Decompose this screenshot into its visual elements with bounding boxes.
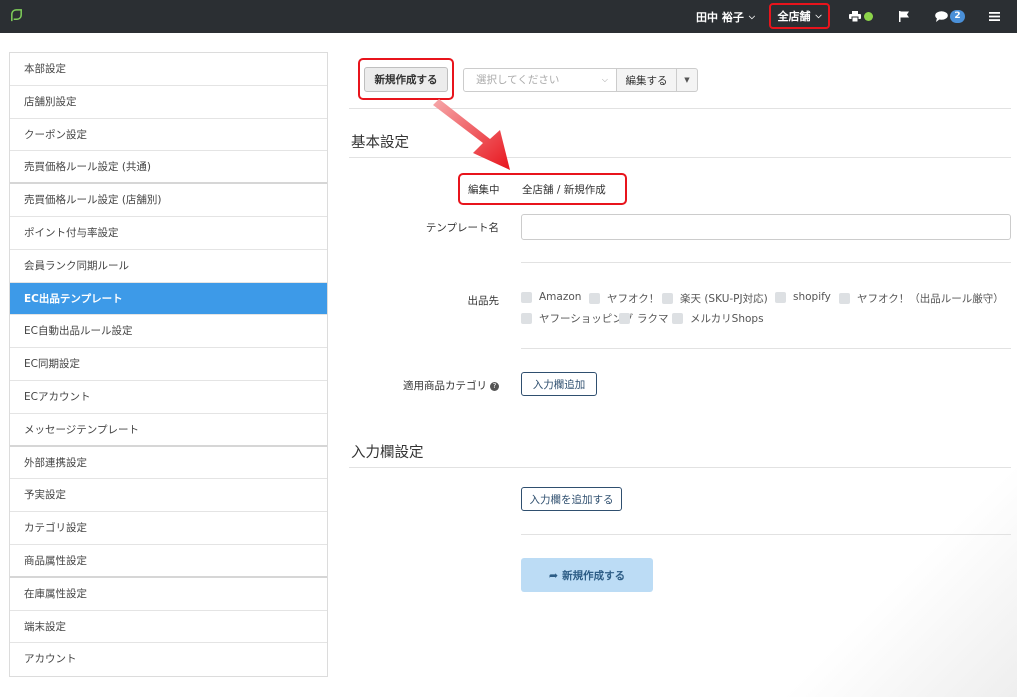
caret-down-icon: ▼	[684, 76, 690, 84]
edit-status-label: 編集中	[468, 184, 500, 196]
message-count-badge: 2	[950, 10, 965, 23]
sidebar-item-stock-attributes[interactable]: 在庫属性設定	[10, 578, 327, 611]
add-category-field-button[interactable]: 入力欄追加	[521, 372, 597, 396]
checkbox-box	[775, 291, 786, 303]
checkbox-box	[521, 291, 532, 303]
checkbox-box	[521, 313, 532, 324]
hamburger-icon	[989, 12, 1000, 21]
channel-label: メルカリShops	[690, 313, 764, 325]
category-label-row: 適用商品カテゴリ?	[359, 378, 499, 393]
sidebar-item-member-rank-sync[interactable]: 会員ランク同期ルール	[10, 250, 327, 283]
channel-checkbox-amazon[interactable]: Amazon	[521, 291, 581, 303]
checkbox-box	[589, 293, 600, 304]
background-fade	[757, 437, 1017, 697]
hamburger-menu-button[interactable]	[989, 0, 1000, 33]
chevron-down-icon: ⌵	[815, 11, 822, 20]
sidebar-item-budget-actual[interactable]: 予実設定	[10, 479, 327, 513]
checkbox-box	[839, 293, 850, 304]
checkbox-box	[662, 293, 673, 304]
printer-status-dot	[864, 12, 873, 21]
channel-checkbox-rakuten[interactable]: 楽天 (SKU-PJ対応)	[662, 291, 768, 306]
sidebar-item-ec-listing-template[interactable]: EC出品テンプレート	[10, 282, 327, 316]
divider	[349, 467, 1011, 468]
user-name: 田中 裕子	[696, 10, 744, 24]
channel-checkbox-rakuma[interactable]: ラクマ	[619, 311, 669, 326]
divider	[349, 108, 1011, 109]
store-selector[interactable]: 全店舗 ⌵	[769, 3, 830, 29]
sidebar-item-external-integration[interactable]: 外部連携設定	[10, 447, 327, 480]
channel-label: Amazon	[539, 291, 582, 303]
edit-status-value: 全店舗 / 新規作成	[522, 184, 606, 196]
channel-label: 楽天 (SKU-PJ対応)	[680, 293, 768, 305]
template-name-input[interactable]	[521, 214, 1011, 240]
channel-label: ラクマ	[637, 313, 669, 325]
channels-label: 出品先	[467, 295, 500, 307]
question-circle-icon[interactable]: ?	[490, 382, 499, 391]
sidebar-item-ec-auto-listing-rules[interactable]: EC自動出品ルール設定	[10, 315, 327, 349]
app-logo-icon[interactable]	[9, 8, 24, 23]
channel-label: ヤフオク！	[607, 293, 660, 305]
sidebar-item-point-rate[interactable]: ポイント付与率設定	[10, 217, 327, 250]
category-label: 適用商品カテゴリ	[403, 380, 487, 392]
chat-bubble-icon	[935, 11, 948, 22]
sidebar-item-terminal-settings[interactable]: 端末設定	[10, 611, 327, 644]
sidebar-item-coupon-settings[interactable]: クーポン設定	[10, 119, 327, 152]
messages-button[interactable]: 2	[935, 0, 965, 33]
sidebar-item-product-attributes[interactable]: 商品属性設定	[10, 545, 327, 578]
template-select[interactable]: 選択してください ⌵	[463, 68, 617, 92]
sidebar-item-price-rules-common[interactable]: 売買価格ルール設定 (共通)	[10, 151, 327, 185]
sidebar-item-store-settings[interactable]: 店舗別設定	[10, 86, 327, 119]
annotation-arrow-icon	[433, 99, 510, 170]
create-submit-label: 新規作成する	[562, 569, 626, 582]
sidebar-item-ec-account[interactable]: ECアカウント	[10, 381, 327, 414]
channel-checkbox-yahoo-shopping[interactable]: ヤフーショッピング	[521, 311, 633, 326]
channel-label: ヤフオク！（出品ルール厳守）	[857, 293, 1004, 305]
chevron-down-icon: ⌵	[601, 75, 608, 84]
new-template-button[interactable]: 新規作成する	[364, 67, 448, 92]
channel-checkbox-yahoo-auction[interactable]: ヤフオク！	[589, 291, 659, 306]
printer-icon	[849, 11, 861, 22]
checkbox-box	[672, 313, 683, 324]
settings-sidebar: 本部設定 店舗別設定 クーポン設定 売買価格ルール設定 (共通) 売買価格ルール…	[9, 52, 328, 678]
sidebar-item-message-template[interactable]: メッセージテンプレート	[10, 414, 327, 447]
divider	[521, 534, 1011, 535]
top-navbar: 田中 裕子 ⌵ 全店舗 ⌵ 2	[0, 0, 1017, 33]
divider	[521, 348, 1011, 349]
sidebar-item-price-rules-store[interactable]: 売買価格ルール設定 (店舗別)	[10, 184, 327, 217]
create-submit-button[interactable]: ➦ 新規作成する	[521, 558, 653, 592]
template-select-placeholder: 選択してください	[476, 74, 560, 86]
share-arrow-icon: ➦	[548, 568, 559, 582]
channel-checkbox-yahoo-auction-strict[interactable]: ヤフオク！（出品ルール厳守）	[839, 291, 1004, 306]
channel-checkbox-mercari-shops[interactable]: メルカリShops	[672, 311, 764, 326]
sidebar-item-category-settings[interactable]: カテゴリ設定	[10, 512, 327, 545]
flag-button[interactable]	[899, 0, 910, 33]
printer-status-button[interactable]	[849, 0, 873, 33]
channel-checkbox-shopify[interactable]: shopify	[775, 291, 831, 303]
user-menu[interactable]: 田中 裕子 ⌵	[696, 0, 755, 33]
channel-label: shopify	[793, 291, 831, 303]
checkbox-box	[619, 313, 630, 324]
edit-dropdown-toggle[interactable]: ▼	[677, 68, 698, 92]
basic-settings-title: 基本設定	[351, 135, 409, 151]
chevron-down-icon: ⌵	[748, 11, 755, 21]
input-settings-title: 入力欄設定	[351, 445, 424, 461]
sidebar-item-hq-settings[interactable]: 本部設定	[10, 53, 327, 86]
flag-icon	[899, 11, 909, 22]
add-input-field-button[interactable]: 入力欄を追加する	[521, 487, 622, 511]
sidebar-item-account[interactable]: アカウント	[10, 643, 327, 676]
sidebar-item-ec-sync-settings[interactable]: EC同期設定	[10, 348, 327, 381]
divider	[521, 262, 1011, 263]
edit-button[interactable]: 編集する	[617, 68, 677, 92]
divider	[349, 157, 1011, 158]
template-name-label: テンプレート名	[425, 222, 499, 234]
store-selector-label: 全店舗	[777, 10, 811, 23]
